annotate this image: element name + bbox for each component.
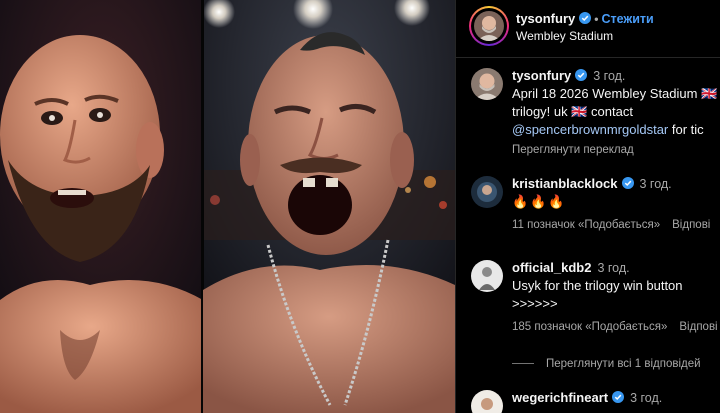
comment-username[interactable]: official_kdb2 xyxy=(512,260,591,275)
caption-text-line: April 18 2026 Wembley Stadium 🇬🇧 xyxy=(512,86,718,101)
verified-badge-icon xyxy=(621,177,634,189)
separator-dot: • xyxy=(594,12,599,26)
comment-username[interactable]: wegerichfineart xyxy=(512,390,608,405)
caption-text-line: trilogy! uk 🇬🇧 contact xyxy=(512,104,633,119)
verified-badge-icon xyxy=(575,69,588,81)
story-ring[interactable] xyxy=(469,6,509,46)
post-header: tysonfury • Стежити Wembley Stadium xyxy=(456,0,720,58)
verified-badge-icon xyxy=(579,12,592,24)
avatar-image xyxy=(471,390,503,413)
comment-username[interactable]: kristianblacklock xyxy=(512,176,618,191)
replies-divider xyxy=(512,363,534,365)
header-username[interactable]: tysonfury xyxy=(516,11,575,26)
caption-username[interactable]: tysonfury xyxy=(512,68,571,83)
comment-likes-count[interactable]: 185 позначок «Подобається» xyxy=(512,321,667,333)
post-photo-illustration xyxy=(0,0,455,413)
avatar[interactable] xyxy=(471,68,503,100)
post-side-panel: tysonfury • Стежити Wembley Stadium tysonf… xyxy=(455,0,720,413)
verified-badge-icon xyxy=(612,391,625,403)
caption-text-tail: for tic xyxy=(668,122,704,137)
reply-button[interactable]: Відпові xyxy=(672,219,710,231)
comment-text: 🔥🔥🔥 xyxy=(512,194,567,209)
see-translation-button[interactable]: Переглянути переклад xyxy=(512,144,720,156)
comment-time[interactable]: 3 год. xyxy=(640,177,672,191)
comment-text-line: Usyk for the trilogy win button xyxy=(512,278,683,293)
reply-button[interactable]: Відпові xyxy=(679,321,717,333)
comment-text-line: >>>>>> xyxy=(512,296,558,311)
view-replies-button[interactable]: Переглянути всі 1 відповідей xyxy=(512,358,701,370)
comment-likes-count[interactable]: 11 позначок «Подобається» xyxy=(512,219,660,231)
avatar[interactable] xyxy=(474,11,504,41)
avatar[interactable] xyxy=(471,390,503,413)
location-link[interactable]: Wembley Stadium xyxy=(516,29,613,43)
avatar-image xyxy=(471,176,503,208)
view-replies-label: Переглянути всі 1 відповідей xyxy=(546,358,701,370)
caption-mention-link[interactable]: @spencerbrownmrgoldstar xyxy=(512,122,668,137)
follow-button[interactable]: Стежити xyxy=(601,12,653,26)
avatar-image xyxy=(474,11,504,41)
caption-time[interactable]: 3 год. xyxy=(593,69,625,83)
avatar[interactable] xyxy=(471,176,503,208)
avatar[interactable] xyxy=(471,260,503,292)
avatar-image xyxy=(471,260,503,292)
avatar-image xyxy=(471,68,503,100)
comment-time[interactable]: 3 год. xyxy=(597,261,629,275)
post-image[interactable] xyxy=(0,0,455,413)
comment-time[interactable]: 3 год. xyxy=(630,391,662,405)
